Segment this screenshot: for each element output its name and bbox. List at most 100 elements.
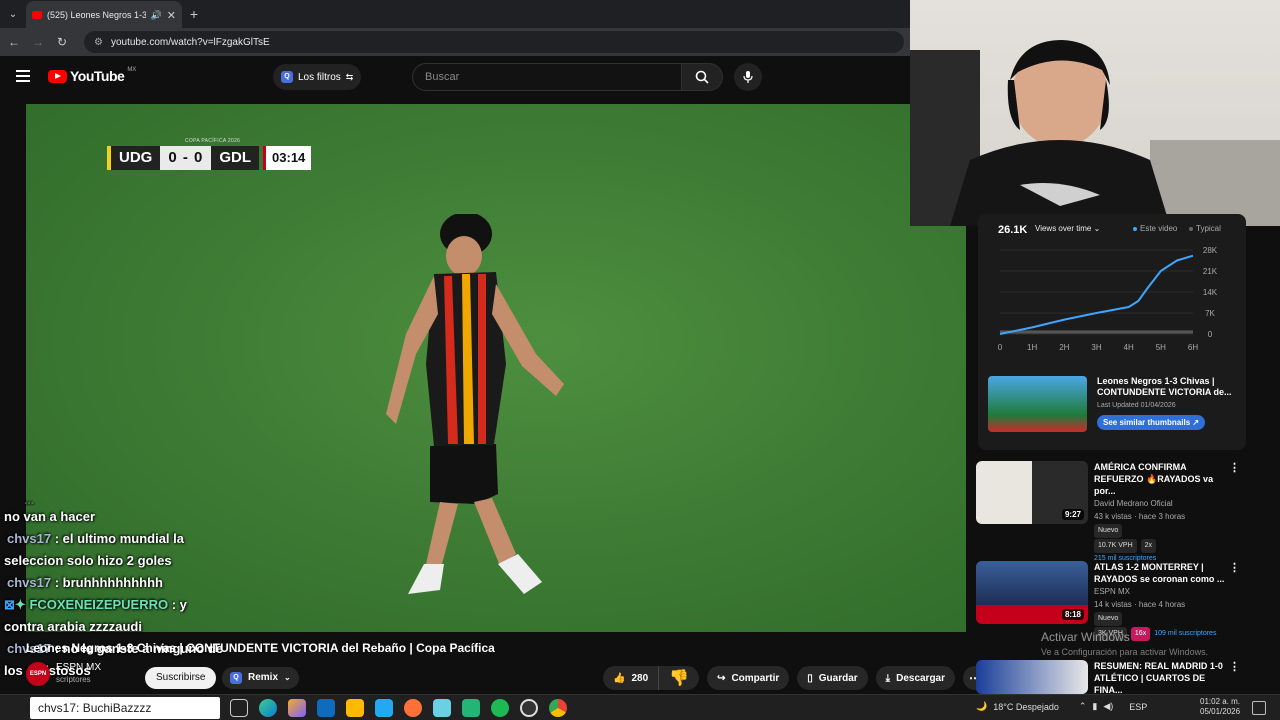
- save-button[interactable]: ▯ Guardar: [797, 666, 868, 690]
- spotify-icon[interactable]: [491, 699, 509, 717]
- chat-message: chvs17 : el ultimo mundial la: [0, 528, 270, 550]
- new-tab-button[interactable]: +: [182, 6, 206, 22]
- like-count: 280: [631, 672, 649, 684]
- recommendation-thumbnail[interactable]: 9:27: [976, 461, 1088, 524]
- recommendation-channel[interactable]: David Medrano Oficial: [1094, 497, 1234, 510]
- reload-icon[interactable]: ↻: [54, 35, 70, 49]
- taskbar-search[interactable]: chvs17: BuchiBazzzz: [30, 697, 220, 719]
- download-button[interactable]: ⤓ Descargar: [875, 666, 956, 690]
- x-tick-label: 2H: [1059, 343, 1069, 352]
- volume-icon[interactable]: ◀): [1103, 701, 1113, 712]
- chevron-down-icon: ⌄: [1093, 224, 1101, 233]
- y-tick-label: 0: [1208, 330, 1213, 339]
- language-indicator[interactable]: ESP: [1129, 702, 1147, 712]
- x-tick-label: 5H: [1156, 343, 1166, 352]
- recommendation-item[interactable]: 9:27 AMÉRICA CONFIRMA REFUERZO 🔥RAYADOS …: [976, 461, 1246, 565]
- activate-windows-subtitle: Ve a Configuración para activar Windows.: [1041, 647, 1209, 657]
- match-clock: 03:14: [263, 146, 312, 170]
- tab-search-icon[interactable]: ⌄: [0, 0, 26, 28]
- download-label: Descargar: [896, 672, 946, 684]
- match-score: 0 - 0: [160, 146, 212, 170]
- chevron-up-icon[interactable]: ⌃: [1079, 701, 1087, 712]
- store-icon[interactable]: [346, 699, 364, 717]
- search-input[interactable]: Buscar: [412, 63, 682, 91]
- y-tick-label: 14K: [1203, 288, 1218, 297]
- microphone-icon: [743, 71, 753, 83]
- recommendation-title[interactable]: RESUMEN: REAL MADRID 1-0 ATLÉTICO | CUAR…: [1094, 660, 1234, 696]
- close-tab-icon[interactable]: ✕: [167, 9, 176, 22]
- more-options-icon[interactable]: ⋮: [1229, 660, 1240, 673]
- channel-name[interactable]: ESPN MX: [56, 662, 101, 674]
- recommendation-info: ATLAS 1-2 MONTERREY | RAYADOS se coronan…: [1094, 561, 1234, 641]
- browser-tab[interactable]: (525) Leones Negros 1-3 Chivas 🔊 ✕: [26, 1, 182, 29]
- y-tick-label: 21K: [1203, 267, 1218, 276]
- url-field[interactable]: ⚙ youtube.com/watch?v=lFzgakGlTsE: [84, 31, 904, 53]
- x-tick-label: 0: [998, 343, 1003, 352]
- recommendation-subs: 109 mil suscriptores: [1154, 630, 1217, 637]
- back-icon[interactable]: ←: [6, 35, 22, 49]
- network-icon[interactable]: ▮: [1092, 701, 1097, 712]
- firefox-icon[interactable]: [404, 699, 422, 717]
- recommendation-item[interactable]: RESUMEN: REAL MADRID 1-0 ATLÉTICO | CUAR…: [976, 660, 1246, 696]
- recommendation-thumbnail[interactable]: 8:18: [976, 561, 1088, 624]
- recommendation-title[interactable]: ATLAS 1-2 MONTERREY | RAYADOS se coronan…: [1094, 561, 1234, 585]
- screen: ⌄ (525) Leones Negros 1-3 Chivas 🔊 ✕ + ←…: [0, 0, 1280, 720]
- badge-icon: ⊠: [4, 597, 15, 612]
- share-label: Compartir: [731, 672, 780, 684]
- more-options-icon[interactable]: ⋮: [1229, 561, 1240, 574]
- legend-label: Este video: [1140, 224, 1178, 233]
- chat-username: chvs17: [7, 575, 52, 590]
- edge-icon[interactable]: [259, 699, 277, 717]
- obs-icon[interactable]: [520, 699, 538, 717]
- forward-icon[interactable]: →: [30, 35, 46, 49]
- recommendation-item[interactable]: 8:18 ATLAS 1-2 MONTERREY | RAYADOS se co…: [976, 561, 1246, 641]
- youtube-favicon-icon: [32, 11, 42, 19]
- more-options-icon[interactable]: ⋮: [1229, 461, 1240, 474]
- subscribe-button[interactable]: Suscribirse: [145, 667, 217, 689]
- similar-title: Leones Negros 1-3 Chivas | CONTUNDENTE V…: [1097, 376, 1232, 397]
- chat-faded-line: ...: [24, 494, 35, 506]
- channel-avatar[interactable]: ESPN: [26, 662, 50, 686]
- recommendation-channel[interactable]: ESPN MX: [1094, 585, 1234, 598]
- recommendation-info: AMÉRICA CONFIRMA REFUERZO 🔥RAYADOS va po…: [1094, 461, 1234, 565]
- remix-button[interactable]: Q Remix ⌄: [222, 667, 299, 689]
- voice-search-button[interactable]: [734, 63, 762, 91]
- vph-badge: 10.7K VPH: [1094, 539, 1137, 553]
- views-chart: 28K 21K 14K 7K 0 0 1H 2H 3H 4H 5H 6H: [998, 246, 1218, 352]
- duration-badge: 8:18: [1061, 609, 1084, 620]
- app-icon[interactable]: [462, 699, 480, 717]
- search-button[interactable]: [681, 63, 723, 91]
- filters-button[interactable]: Q Los filtros ⇆: [273, 64, 362, 90]
- youtube-logo[interactable]: YouTube MX: [48, 67, 136, 84]
- app-icon[interactable]: [433, 699, 451, 717]
- see-similar-thumbnails-button[interactable]: See similar thumbnails ↗: [1097, 415, 1206, 430]
- task-view-icon[interactable]: [230, 699, 248, 717]
- dislike-button[interactable]: 👎: [659, 666, 699, 690]
- mail-icon[interactable]: [317, 699, 335, 717]
- streamer-figure: [910, 40, 1280, 226]
- legend-typical: Typical: [1189, 224, 1221, 233]
- views-over-time-label: Views over time: [1035, 224, 1092, 233]
- webcam-overlay: [910, 0, 1280, 226]
- browser-tab-bar: ⌄ (525) Leones Negros 1-3 Chivas 🔊 ✕ +: [0, 0, 910, 29]
- views-over-time-dropdown[interactable]: Views over time ⌄: [1035, 224, 1100, 233]
- recommendation-title[interactable]: AMÉRICA CONFIRMA REFUERZO 🔥RAYADOS va po…: [1094, 461, 1234, 497]
- similar-thumbnail[interactable]: [988, 376, 1087, 432]
- recommendation-thumbnail[interactable]: [976, 660, 1088, 694]
- recommendation-meta: 14 k vistas · hace 4 horas: [1094, 600, 1186, 609]
- chevron-down-icon: ⌄: [284, 673, 291, 682]
- channel-meta: ESPN MX scriptores: [56, 662, 101, 686]
- chat-text: : el ultimo mundial la: [51, 531, 184, 546]
- weather-text[interactable]: 18°C Despejado: [993, 702, 1059, 712]
- vscode-icon[interactable]: [375, 699, 393, 717]
- clock[interactable]: 01:02 a. m. 05/01/2026: [1200, 697, 1240, 717]
- menu-icon[interactable]: [16, 70, 30, 82]
- share-button[interactable]: ↪ Compartir: [707, 666, 790, 690]
- copilot-icon[interactable]: [288, 699, 306, 717]
- notification-icon[interactable]: [1252, 701, 1266, 715]
- like-button[interactable]: 👍 280: [603, 666, 660, 690]
- chat-message: ⊠✦ FCOXENEIZEPUERRO : y: [0, 594, 270, 616]
- save-label: Guardar: [818, 672, 858, 684]
- chrome-icon[interactable]: [549, 699, 567, 717]
- site-info-icon[interactable]: ⚙: [94, 37, 103, 48]
